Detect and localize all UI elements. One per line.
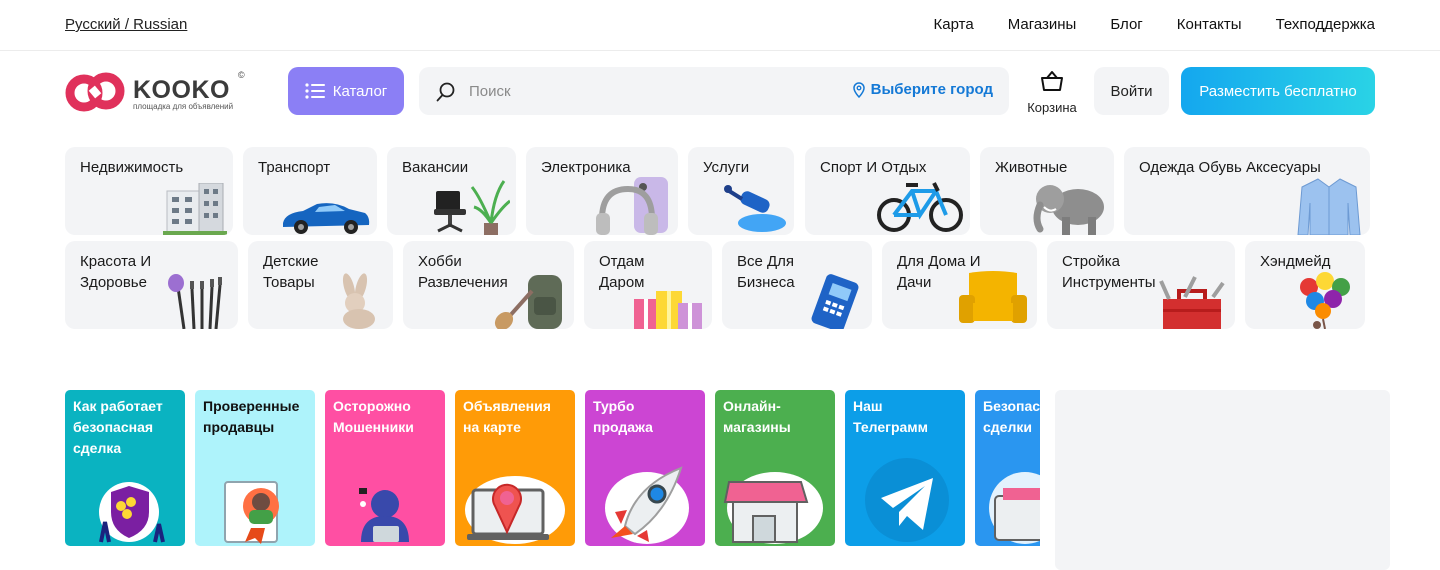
category-label: Хобби Развлечения xyxy=(418,253,508,291)
promo-label: Онлайн- магазины xyxy=(723,398,791,435)
category-label: Транспорт xyxy=(258,159,331,176)
category-label: Детские Товары xyxy=(263,253,319,291)
category-transport[interactable]: Транспорт xyxy=(243,147,377,235)
map-pin-laptop-icon xyxy=(465,476,565,544)
wallet-icon xyxy=(989,472,1040,544)
category-real-estate[interactable]: Недвижимость xyxy=(65,147,233,235)
catalog-button[interactable]: Каталог xyxy=(288,67,404,115)
category-free[interactable]: Отдам Даром xyxy=(584,241,712,329)
promo-safe-deals[interactable]: Безопасные сделки xyxy=(975,390,1040,546)
search-bar: Выберите город xyxy=(419,67,1009,115)
telegram-icon xyxy=(865,458,949,542)
nav-support[interactable]: Техподдержка xyxy=(1276,16,1375,33)
search-input[interactable] xyxy=(469,77,829,105)
category-label: Недвижимость xyxy=(80,159,184,176)
rocket-icon xyxy=(605,466,689,544)
promo-carousel[interactable]: Как работает безопасная сделка Проверенн… xyxy=(65,390,1040,550)
category-label: Одежда Обувь Аксесуары xyxy=(1139,159,1321,176)
category-clothing[interactable]: Одежда Обувь Аксесуары xyxy=(1124,147,1370,235)
category-label: Вакансии xyxy=(402,159,469,176)
promo-verified-sellers[interactable]: Проверенные продавцы xyxy=(195,390,315,546)
storefront-icon xyxy=(723,472,823,544)
promo-label: Проверенные продавцы xyxy=(203,398,300,435)
category-jobs[interactable]: Вакансии xyxy=(387,147,516,235)
category-label: Для Дома И Дачи xyxy=(897,253,981,291)
logo-registered: © xyxy=(238,70,245,80)
category-services[interactable]: Услуги xyxy=(688,147,794,235)
location-pin-icon xyxy=(852,81,865,98)
logo-text: KOOKO xyxy=(133,76,230,104)
nav-map[interactable]: Карта xyxy=(934,16,974,33)
category-label: Услуги xyxy=(703,159,750,176)
nav-blog[interactable]: Блог xyxy=(1110,16,1142,33)
card-terminal-icon xyxy=(811,274,859,329)
makeup-brushes-icon xyxy=(168,274,222,329)
balloons-icon xyxy=(1300,272,1350,329)
category-construction[interactable]: Стройка Инструменты xyxy=(1047,241,1235,329)
office-chair-icon xyxy=(434,180,510,235)
promo-label: Безопасные сделки xyxy=(983,398,1040,435)
city-selector[interactable]: Выберите город xyxy=(852,81,993,98)
nav-contacts[interactable]: Контакты xyxy=(1177,16,1242,33)
promo-scam-warning[interactable]: Осторожно Мошенники xyxy=(325,390,445,546)
category-home-garden[interactable]: Для Дома И Дачи xyxy=(882,241,1037,329)
promo-label: Наш Телеграмм xyxy=(853,398,929,435)
elephant-icon xyxy=(1033,185,1104,235)
category-sport[interactable]: Спорт И Отдых xyxy=(805,147,970,235)
category-handmade[interactable]: Хэндмейд xyxy=(1245,241,1365,329)
promo-label: Турбо продажа xyxy=(593,398,653,435)
headphones-icon xyxy=(596,177,668,235)
category-animals[interactable]: Животные xyxy=(980,147,1114,235)
cart-button[interactable]: Корзина xyxy=(1020,67,1084,115)
ad-banner xyxy=(1055,390,1390,570)
top-bar: Русский / Russian Карта Магазины Блог Ко… xyxy=(0,0,1440,51)
category-kids[interactable]: Детские Товары xyxy=(248,241,393,329)
category-hobby[interactable]: Хобби Развлечения xyxy=(403,241,574,329)
cart-label: Корзина xyxy=(1027,100,1077,115)
login-button[interactable]: Войти xyxy=(1094,67,1169,115)
category-label: Спорт И Отдых xyxy=(820,159,927,176)
top-nav: Карта Магазины Блог Контакты Техподдержк… xyxy=(934,16,1375,33)
shirt-icon xyxy=(1297,178,1361,235)
site-logo[interactable]: KOOKO © площадка для объявлений xyxy=(65,70,250,114)
verified-seller-icon xyxy=(224,481,279,544)
post-ad-button[interactable]: Разместить бесплатно xyxy=(1181,67,1375,115)
promo-map-ads[interactable]: Объявления на карте xyxy=(455,390,575,546)
category-label: Все Для Бизнеса xyxy=(737,253,795,291)
category-label: Животные xyxy=(995,159,1068,176)
search-icon[interactable] xyxy=(435,81,457,103)
bicycle-icon xyxy=(877,182,963,232)
promo-telegram[interactable]: Наш Телеграмм xyxy=(845,390,965,546)
city-label: Выберите город xyxy=(870,81,993,98)
car-icon xyxy=(283,203,370,234)
promo-safe-deal-how[interactable]: Как работает безопасная сделка xyxy=(65,390,185,546)
logo-mark-icon xyxy=(65,72,125,112)
building-icon xyxy=(163,183,227,235)
promo-label: Объявления на карте xyxy=(463,398,551,435)
category-electronics[interactable]: Электроника xyxy=(526,147,678,235)
category-label: Красота И Здоровье xyxy=(80,253,152,291)
toy-bunny-icon xyxy=(342,273,375,329)
hacker-icon xyxy=(359,488,409,542)
nav-shops[interactable]: Магазины xyxy=(1008,16,1077,33)
paint-roller-icon xyxy=(724,185,786,232)
promo-label: Осторожно Мошенники xyxy=(333,398,414,435)
basket-icon xyxy=(1041,71,1063,91)
category-label: Отдам Даром xyxy=(599,253,645,291)
shield-coins-icon xyxy=(99,482,165,543)
category-label: Электроника xyxy=(541,159,631,176)
promo-label: Как работает безопасная сделка xyxy=(73,398,163,456)
toolbox-icon xyxy=(1159,276,1225,329)
category-beauty[interactable]: Красота И Здоровье xyxy=(65,241,238,329)
list-icon xyxy=(305,83,325,99)
promo-turbo-sale[interactable]: Турбо продажа xyxy=(585,390,705,546)
promo-online-shops[interactable]: Онлайн- магазины xyxy=(715,390,835,546)
language-switch[interactable]: Русский / Russian xyxy=(65,16,187,33)
catalog-label: Каталог xyxy=(332,82,388,100)
category-label: Хэндмейд xyxy=(1260,253,1331,270)
category-label: Стройка Инструменты xyxy=(1062,253,1156,291)
logo-tagline: площадка для объявлений xyxy=(133,102,234,111)
category-business[interactable]: Все Для Бизнеса xyxy=(722,241,872,329)
